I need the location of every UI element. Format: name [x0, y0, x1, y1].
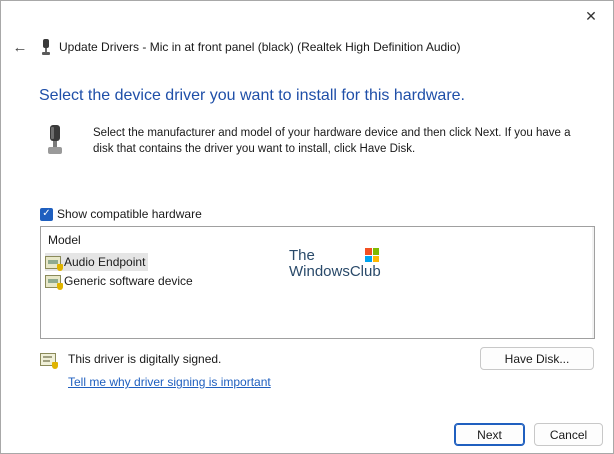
show-compatible-row[interactable]: ✓ Show compatible hardware: [40, 207, 202, 221]
signing-status-row: This driver is digitally signed.: [40, 352, 222, 369]
instructions-text: Select the manufacturer and model of you…: [93, 127, 571, 155]
windows-logo-icon: [365, 248, 379, 262]
show-compatible-label[interactable]: Show compatible hardware: [57, 207, 202, 221]
show-compatible-checkbox[interactable]: ✓: [40, 207, 53, 221]
list-item-audio-endpoint[interactable]: Audio Endpoint: [45, 253, 149, 271]
model-column-header: Model: [48, 233, 81, 247]
close-button[interactable]: ✕: [575, 3, 607, 29]
page-heading: Select the device driver you want to ins…: [39, 87, 465, 104]
watermark: The WindowsClub: [289, 248, 381, 280]
have-disk-button[interactable]: Have Disk...: [480, 347, 594, 370]
back-arrow-icon[interactable]: ←: [11, 38, 29, 56]
model-list[interactable]: Model Audio Endpoint Generic software de…: [40, 226, 595, 339]
list-item-label: Generic software device: [64, 274, 193, 288]
driver-signing-link[interactable]: Tell me why driver signing is important: [68, 375, 271, 389]
close-icon: ✕: [585, 7, 597, 24]
checkmark-icon: ✓: [42, 208, 51, 219]
list-item-generic-software-device[interactable]: Generic software device: [45, 272, 196, 290]
dialog-header: ← Update Drivers - Mic in at front panel…: [11, 37, 461, 57]
driver-package-icon: [45, 274, 63, 290]
next-button[interactable]: Next: [454, 423, 525, 446]
list-item-label: Audio Endpoint: [64, 255, 146, 269]
cancel-button[interactable]: Cancel: [534, 423, 603, 446]
certificate-icon: [40, 352, 58, 369]
microphone-device-icon: [41, 39, 51, 55]
driver-package-icon: [45, 255, 63, 271]
list-scrollbar[interactable]: [592, 227, 594, 338]
watermark-line-2: WindowsClub: [289, 263, 381, 280]
dialog-title: Update Drivers - Mic in at front panel (…: [59, 40, 461, 54]
microphone-device-icon: [47, 125, 63, 155]
signing-status-text: This driver is digitally signed.: [68, 352, 222, 366]
watermark-line-1: The: [289, 247, 315, 264]
update-drivers-dialog: ✕ ← Update Drivers - Mic in at front pan…: [0, 0, 614, 454]
